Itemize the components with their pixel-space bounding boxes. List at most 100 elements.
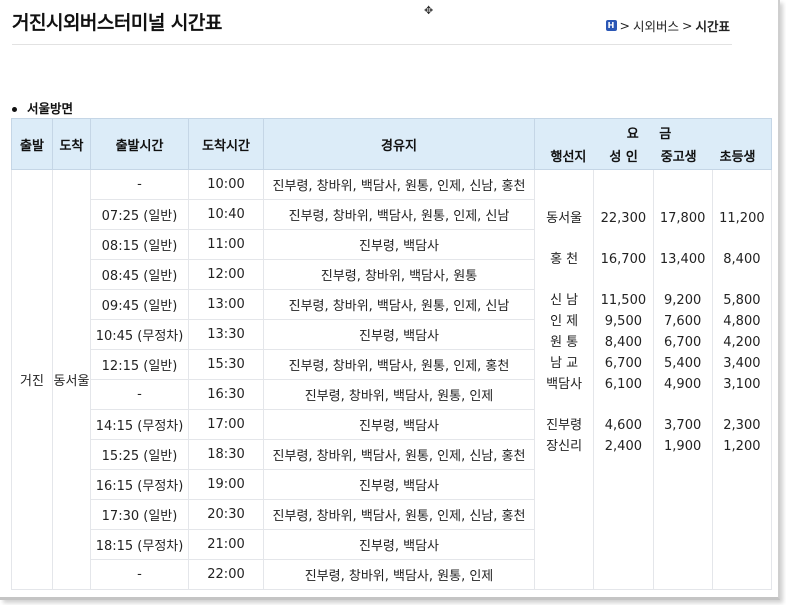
fare-teen-value: 9,200 [664, 293, 702, 308]
fare-adult-value: 11,500 [600, 293, 647, 308]
fare-child-value: 3,400 [723, 356, 761, 371]
breadcrumb-item-intercity[interactable]: 시외버스 [633, 16, 679, 35]
breadcrumb: H > 시외버스 > 시간표 [605, 16, 730, 35]
arrive-time-cell: 18:30 [188, 439, 264, 470]
fare-teen-value: 3,700 [664, 418, 702, 433]
header-arrive-time: 도착시간 [188, 118, 264, 170]
arrive-time-cell: 13:30 [188, 319, 264, 350]
fare-adult-value: 6,100 [604, 377, 642, 392]
fare-dest-value: 장신리 [546, 439, 583, 454]
via-cell: 진부령, 창바위, 백담사, 원통, 인제, 신남, 홍천 [263, 499, 535, 530]
via-cell: 진부령, 창바위, 백담사, 원통, 인제, 신남 [263, 289, 535, 320]
fare-dest-value: 진부령 [546, 418, 583, 433]
destination-cell: 동서울 [52, 169, 91, 590]
depart-time-cell: 09:45 (일반) [90, 289, 189, 320]
depart-time-cell: - [90, 169, 189, 200]
arrive-time-cell: 12:00 [188, 259, 264, 290]
depart-time-cell: 14:15 (무정차) [90, 409, 189, 440]
via-cell: 진부령, 창바위, 백담사, 원통, 인제 [263, 379, 535, 410]
depart-time-cell: 10:45 (무정차) [90, 319, 189, 350]
depart-time-cell: 18:15 (무정차) [90, 529, 189, 560]
fare-child-value: 5,800 [723, 293, 761, 308]
fare-teen-value: 17,800 [659, 211, 706, 226]
via-cell: 진부령, 창바위, 백담사, 원통, 인제, 홍천 [263, 349, 535, 380]
fare-dest-value: 백담사 [546, 377, 583, 392]
arrive-time-cell: 15:30 [188, 349, 264, 380]
fare-teen-value: 5,400 [664, 356, 702, 371]
fare-dest-column: 동서울홍 천신 남인 제원 통남 교백담사진부령장신리 [535, 170, 595, 589]
fare-adult-value: 6,700 [604, 356, 642, 371]
fare-dest-value: 인 제 [550, 314, 579, 329]
fare-child-value: 11,200 [719, 211, 765, 226]
fare-dest-value: 동서울 [546, 211, 583, 226]
fare-dest-value: 남 교 [550, 356, 579, 371]
fare-teen-value: 4,900 [664, 377, 702, 392]
fare-dest-value: 홍 천 [550, 252, 579, 267]
arrive-time-cell: 17:00 [188, 409, 264, 440]
arrive-time-cell: 16:30 [188, 379, 264, 410]
fare-child-value: 8,400 [723, 252, 761, 267]
arrive-time-cell: 10:00 [188, 169, 264, 200]
via-cell: 진부령, 창바위, 백담사, 원통 [263, 259, 535, 290]
breadcrumb-separator: > [682, 18, 693, 33]
via-cell: 진부령, 창바위, 백담사, 원통, 인제, 신남, 홍천 [263, 439, 535, 470]
fare-teen-value: 7,600 [664, 314, 702, 329]
depart-time-cell: 16:15 (무정차) [90, 469, 189, 500]
fare-child-column: 11,200 8,400 5,800 4,800 4,200 3,400 3,100 2,30… [713, 170, 771, 589]
via-cell: 진부령, 백담사 [263, 319, 535, 350]
section-heading: 서울방면 [12, 98, 73, 117]
fare-adult-value: 2,400 [604, 439, 642, 454]
arrive-time-cell: 13:00 [188, 289, 264, 320]
via-cell: 진부령, 창바위, 백담사, 원통, 인제, 신남 [263, 199, 535, 230]
fare-child-value: 4,800 [723, 314, 761, 329]
mouse-cursor-icon: ✥ [424, 4, 434, 17]
depart-time-cell: - [90, 559, 189, 590]
arrive-time-cell: 22:00 [188, 559, 264, 590]
fare-teen-value: 6,700 [664, 335, 702, 350]
fare-adult-value: 8,400 [604, 335, 642, 350]
header-depart-time: 출발시간 [90, 118, 189, 170]
header-depart: 출발 [11, 118, 53, 170]
via-cell: 진부령, 백담사 [263, 529, 535, 560]
breadcrumb-item-current: 시간표 [695, 19, 730, 34]
title-divider [12, 44, 732, 45]
fare-child-value: 1,200 [723, 439, 761, 454]
fare-teen-value: 13,400 [659, 252, 706, 267]
arrive-time-cell: 10:40 [188, 199, 264, 230]
header-fare-label: 요 금 [626, 127, 680, 142]
via-cell: 진부령, 창바위, 백담사, 원통, 인제, 신남, 홍천 [263, 169, 535, 200]
fare-child-value: 4,200 [723, 335, 761, 350]
fare-adult-value: 22,300 [600, 211, 647, 226]
home-icon[interactable]: H [605, 20, 617, 31]
fare-dest-value: 원 통 [550, 335, 579, 350]
fare-child-value: 2,300 [723, 418, 761, 433]
fare-child-value: 3,100 [723, 377, 761, 392]
depart-time-cell: 12:15 (일반) [90, 349, 189, 380]
table-row: 거진 동서울 -10:00 진부령, 창바위, 백담사, 원통, 인제, 신남, 홍천… [11, 169, 772, 590]
depart-time-cell: - [90, 379, 189, 410]
fare-teen-value: 1,900 [664, 439, 702, 454]
depart-time-cell: 08:45 (일반) [90, 259, 189, 290]
header-child: 초등생 [719, 150, 756, 165]
arrive-time-cell: 20:30 [188, 499, 264, 530]
via-cell: 진부령, 백담사 [263, 469, 535, 500]
fare-adult-value: 9,500 [604, 314, 642, 329]
via-cell: 진부령, 창바위, 백담사, 원통, 인제 [263, 559, 535, 590]
fare-adult-value: 4,600 [604, 418, 642, 433]
breadcrumb-separator: > [619, 18, 630, 33]
header-dest: 행선지 [550, 150, 587, 165]
bullet-icon [12, 107, 17, 112]
depart-time-cell: 07:25 (일반) [90, 199, 189, 230]
fare-cell: 동서울홍 천신 남인 제원 통남 교백담사진부령장신리 22,300 16,700 1… [534, 169, 772, 590]
header-fare: 요 금 행선지 성 인 중고생 초등생 [534, 118, 772, 170]
header-via: 경유지 [263, 118, 535, 170]
header-teen: 중고생 [660, 150, 697, 165]
timetable: 출발 도착 출발시간 도착시간 경유지 요 금 행선지 성 인 중고생 초등생 … [11, 118, 772, 590]
arrive-time-cell: 21:00 [188, 529, 264, 560]
arrive-time-cell: 19:00 [188, 469, 264, 500]
header-arrive: 도착 [52, 118, 91, 170]
page-title: 거진시외버스터미널 시간표 [12, 12, 222, 34]
fare-adult-value: 16,700 [600, 252, 647, 267]
fare-dest-value: 신 남 [550, 293, 579, 308]
depart-time-cell: 08:15 (일반) [90, 229, 189, 260]
